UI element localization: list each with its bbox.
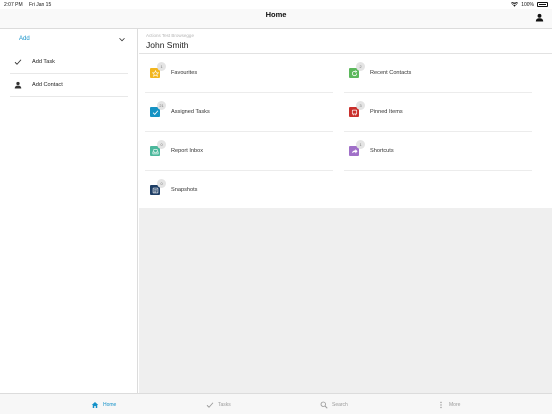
- wifi-icon: [511, 2, 519, 7]
- tab-more[interactable]: More: [437, 400, 460, 410]
- search-icon: [320, 401, 328, 409]
- home-icon: [91, 402, 99, 408]
- tab-search[interactable]: Search: [320, 400, 348, 410]
- divider: [145, 130, 333, 131]
- main-content: Actions Test Browsegge John Smith 1 Favo…: [139, 29, 552, 393]
- sidebar-item-add-contact[interactable]: Add Contact: [0, 74, 138, 96]
- tab-home[interactable]: Home: [91, 400, 116, 410]
- count-badge: 1: [356, 140, 365, 149]
- sidebar-item-label: Add Contact: [32, 81, 63, 88]
- sidebar: Add Add Task Add Contact: [0, 29, 138, 393]
- tab-bar: Home Tasks Search More: [0, 393, 552, 414]
- divider: [10, 72, 128, 73]
- navigation-bar: Home: [0, 9, 552, 29]
- page-title: Home: [265, 10, 287, 19]
- breadcrumb: Actions Test Browsegge: [146, 33, 194, 38]
- count-badge: 0: [157, 179, 166, 188]
- tile-label: Snapshots: [171, 187, 198, 193]
- tile-label: Report Inbox: [171, 148, 204, 154]
- more-icon: [440, 401, 442, 409]
- tile-favourites[interactable]: 1 Favourites: [139, 54, 339, 92]
- checkmark-icon: [14, 59, 22, 65]
- divider: [10, 95, 128, 96]
- tile-report-inbox[interactable]: 0 Report Inbox: [139, 132, 339, 170]
- count-badge: 2: [356, 62, 365, 71]
- tile-snapshots[interactable]: 0 Snapshots: [139, 171, 339, 209]
- status-date: Fri Jan 15: [29, 1, 52, 8]
- add-section-header[interactable]: Add: [0, 29, 138, 51]
- checkmark-icon: [206, 402, 214, 408]
- count-badge: 0: [157, 140, 166, 149]
- divider: [145, 169, 333, 170]
- divider: [344, 130, 532, 131]
- status-time: 2:07 PM: [4, 1, 23, 8]
- tile-assigned-tasks[interactable]: 21 Assigned Tasks: [139, 93, 339, 131]
- tab-label: Home: [103, 402, 117, 408]
- tab-label: Search: [332, 402, 348, 408]
- sidebar-item-add-task[interactable]: Add Task: [0, 51, 138, 73]
- add-section-label: Add: [19, 36, 30, 42]
- tile-label: Pinned Items: [370, 109, 403, 115]
- divider: [145, 91, 333, 92]
- home-tiles-grid: 1 Favourites 2 Recent Contacts 21 Assign…: [139, 54, 552, 208]
- user-name: John Smith: [146, 40, 189, 50]
- status-bar: 2:07 PM Fri Jan 15 100%: [0, 0, 552, 9]
- divider: [344, 169, 532, 170]
- profile-header: Actions Test Browsegge John Smith: [139, 29, 552, 54]
- tile-label: Favourites: [171, 70, 198, 76]
- count-badge: 3: [356, 101, 365, 110]
- tab-label: More: [449, 402, 461, 408]
- user-account-icon[interactable]: [535, 13, 544, 22]
- tab-tasks[interactable]: Tasks: [206, 400, 231, 410]
- tile-shortcuts[interactable]: 1 Shortcuts: [338, 132, 538, 170]
- battery-icon: [537, 2, 548, 7]
- tile-label: Shortcuts: [370, 148, 394, 154]
- tile-recent-contacts[interactable]: 2 Recent Contacts: [338, 54, 538, 92]
- tile-pinned-items[interactable]: 3 Pinned Items: [338, 93, 538, 131]
- tile-label: Assigned Tasks: [171, 109, 210, 115]
- chevron-down-icon[interactable]: [119, 37, 125, 42]
- tile-label: Recent Contacts: [370, 70, 412, 76]
- battery-percent: 100%: [521, 1, 534, 8]
- tab-label: Tasks: [218, 402, 231, 408]
- sidebar-item-label: Add Task: [32, 58, 55, 65]
- count-badge: 21: [157, 101, 166, 110]
- divider: [344, 91, 532, 92]
- count-badge: 1: [157, 62, 166, 71]
- person-icon: [14, 81, 22, 89]
